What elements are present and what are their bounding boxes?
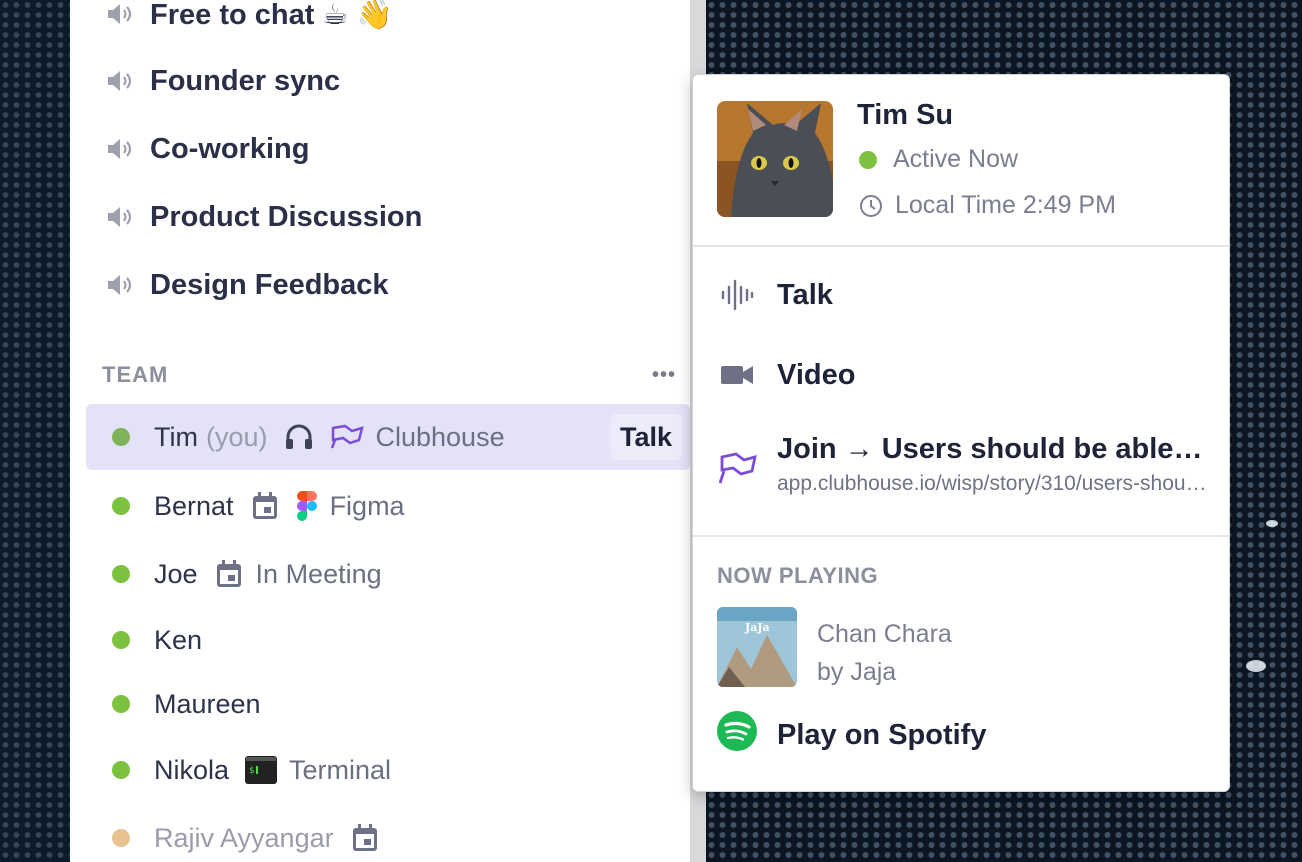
- divider: [693, 245, 1229, 247]
- speaker-icon: [108, 4, 132, 24]
- play-on-spotify-button[interactable]: Play on Spotify: [717, 711, 986, 759]
- status-dot: [112, 829, 130, 847]
- speaker-icon: [108, 71, 132, 91]
- member-row-nikola[interactable]: Nikola $ Terminal: [86, 737, 690, 803]
- channel-free-to-chat[interactable]: Free to chat ☕ 👋: [106, 0, 393, 34]
- status-dot: [112, 565, 130, 583]
- album-title: JaJa: [744, 621, 770, 634]
- video-camera-icon: [717, 363, 757, 387]
- profile-name: Tim Su: [857, 99, 954, 131]
- track-info: Chan Chara by Jaja: [817, 615, 952, 691]
- track-artist: by Jaja: [817, 658, 897, 686]
- profile-popup: Tim Su Active Now Local Time 2:49 PM Tal…: [692, 74, 1230, 792]
- sidebar: Free to chat ☕ 👋 Founder sync Co-working…: [70, 0, 690, 862]
- speaker-icon: [108, 139, 132, 159]
- status-dot: [112, 497, 130, 515]
- calendar-icon: [250, 491, 280, 521]
- profile-status: Active Now: [859, 145, 1018, 174]
- member-name: Nikola: [154, 754, 230, 785]
- member-activity: Terminal: [289, 754, 392, 785]
- headphones-icon: [284, 423, 314, 451]
- member-name: Ken: [154, 624, 203, 655]
- album-art: JaJa: [717, 607, 797, 687]
- now-playing-heading: NOW PLAYING: [717, 563, 879, 588]
- member-row-rajiv[interactable]: Rajiv Ayyangar: [86, 805, 690, 862]
- join-flag-icon: [717, 451, 757, 490]
- track-title: Chan Chara: [817, 620, 952, 648]
- status-dot: [112, 761, 130, 779]
- calendar-icon: [214, 559, 244, 589]
- status-dot: [112, 428, 130, 446]
- audio-wave-icon: [717, 278, 757, 312]
- channel-design-feedback[interactable]: Design Feedback: [106, 265, 389, 305]
- member-name: Maureen: [154, 688, 261, 719]
- video-label: Video: [777, 358, 856, 391]
- active-status-dot: [859, 150, 877, 169]
- video-action[interactable]: Video: [717, 345, 1207, 405]
- member-row-maureen[interactable]: Maureen: [86, 671, 690, 737]
- avatar: [717, 101, 833, 217]
- member-name: Joe: [154, 558, 198, 589]
- talk-button[interactable]: Talk: [609, 414, 682, 460]
- team-heading: TEAM: [102, 362, 169, 387]
- member-row-tim[interactable]: Tim (you) Clubhouse Talk: [86, 404, 690, 470]
- member-activity: Clubhouse: [375, 421, 505, 452]
- join-url: app.clubhouse.io/wisp/story/310/users-sh…: [777, 472, 1207, 495]
- clubhouse-flag-icon: [330, 424, 364, 450]
- talk-label: Talk: [777, 278, 833, 311]
- divider: [693, 535, 1229, 537]
- status-dot: [112, 631, 130, 649]
- channel-co-working[interactable]: Co-working: [106, 129, 310, 169]
- svg-text:$: $: [249, 766, 254, 776]
- spotify-label: Play on Spotify: [777, 718, 987, 751]
- clock-icon: [860, 194, 882, 217]
- member-row-bernat[interactable]: Bernat Figma: [86, 473, 690, 539]
- join-story-action[interactable]: Join → Users should be able to see who i…: [777, 433, 1207, 496]
- channel-label: Product Discussion: [150, 200, 423, 233]
- team-section-header: TEAM •••: [102, 362, 676, 388]
- spotify-icon: [717, 711, 757, 759]
- terminal-icon: $: [245, 756, 278, 784]
- member-name: Tim: [154, 421, 198, 452]
- member-activity: In Meeting: [255, 558, 382, 589]
- status-text: Active Now: [893, 145, 1019, 173]
- member-name: Rajiv Ayyangar: [154, 822, 334, 853]
- channel-founder-sync[interactable]: Founder sync: [106, 61, 340, 101]
- figma-icon: [296, 490, 318, 522]
- member-activity: Figma: [329, 490, 405, 521]
- channel-label: Design Feedback: [150, 268, 389, 301]
- channel-label: Co-working: [150, 132, 310, 165]
- speaker-icon: [108, 207, 132, 227]
- channel-label: Founder sync: [150, 64, 341, 97]
- member-name: Bernat: [154, 490, 234, 521]
- member-you-label: (you): [205, 421, 268, 452]
- channel-product-discussion[interactable]: Product Discussion: [106, 197, 422, 237]
- profile-local-time: Local Time 2:49 PM: [859, 191, 1116, 220]
- member-row-ken[interactable]: Ken: [86, 607, 690, 673]
- team-more-button[interactable]: •••: [652, 365, 676, 385]
- talk-action[interactable]: Talk: [717, 265, 1207, 325]
- calendar-icon: [350, 823, 380, 853]
- member-row-joe[interactable]: Joe In Meeting: [86, 541, 690, 607]
- local-time-text: Local Time 2:49 PM: [895, 191, 1116, 219]
- desktop-background-left: [0, 0, 70, 862]
- channel-label: Free to chat ☕ 👋: [150, 0, 393, 31]
- join-title: Join → Users should be able to see who i…: [777, 433, 1207, 465]
- speaker-icon: [108, 275, 132, 295]
- status-dot: [112, 695, 130, 713]
